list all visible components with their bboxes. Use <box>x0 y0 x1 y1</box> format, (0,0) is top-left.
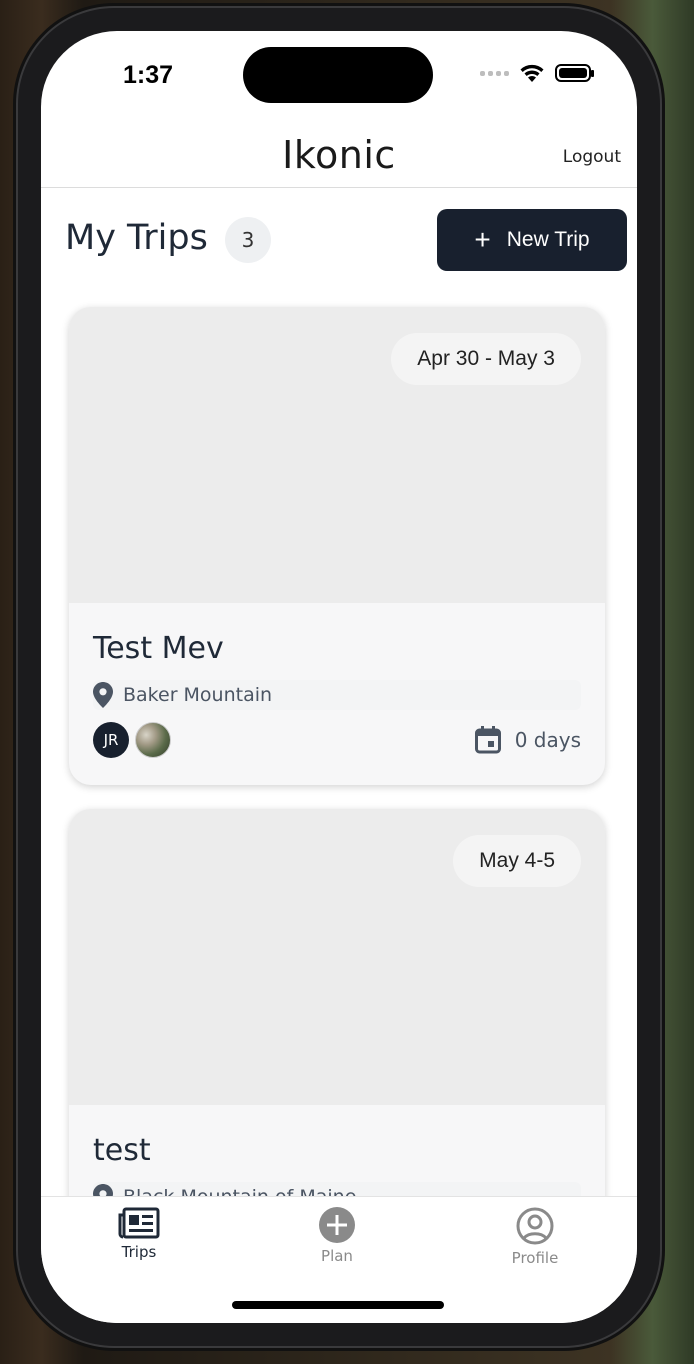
new-trip-button[interactable]: + New Trip <box>437 209 627 271</box>
status-time: 1:37 <box>123 61 174 89</box>
avatar[interactable]: JR <box>93 722 129 758</box>
cellular-signal-icon <box>480 70 509 76</box>
user-circle-icon <box>516 1207 554 1245</box>
avatar-photo[interactable] <box>135 722 171 758</box>
trip-name: test <box>93 1133 151 1168</box>
tab-plan[interactable]: Plan <box>277 1207 397 1265</box>
tab-trips[interactable]: Trips <box>79 1207 199 1261</box>
trip-name: Test Mev <box>93 631 224 666</box>
tab-label: Plan <box>321 1247 353 1265</box>
logout-button[interactable]: Logout <box>563 147 621 167</box>
battery-icon <box>555 64 594 82</box>
wifi-icon <box>520 64 544 82</box>
trip-count-badge: 3 <box>225 217 271 263</box>
plus-icon: + <box>474 224 491 255</box>
participant-avatars: JR <box>93 722 171 758</box>
bottom-tab-bar: Trips Plan Profile <box>41 1196 637 1323</box>
calendar-icon <box>474 726 501 754</box>
home-indicator[interactable] <box>232 1301 444 1309</box>
trip-meta-row: JR 0 days <box>93 722 581 758</box>
screen: 1:37 Ikonic Logout My Trips 3 + New Trip… <box>41 31 637 1323</box>
trip-image-placeholder: Apr 30 - May 3 <box>69 307 605 603</box>
location-pin-icon <box>93 682 113 708</box>
phone-frame: 1:37 Ikonic Logout My Trips 3 + New Trip… <box>18 8 660 1346</box>
app-title: Ikonic <box>282 133 396 177</box>
app-header: Ikonic Logout <box>41 127 637 188</box>
page-title: My Trips <box>65 218 208 258</box>
trip-dates-badge: Apr 30 - May 3 <box>391 333 581 385</box>
trip-image-placeholder: May 4-5 <box>69 809 605 1105</box>
status-bar: 1:37 <box>41 31 637 127</box>
trip-location-text: Baker Mountain <box>123 684 273 706</box>
trip-card[interactable]: Apr 30 - May 3 Test Mev Baker Mountain J… <box>69 307 605 785</box>
trips-section-header: My Trips 3 + New Trip <box>65 209 627 273</box>
tab-profile[interactable]: Profile <box>475 1207 595 1267</box>
newspaper-icon <box>118 1207 160 1239</box>
dynamic-island <box>243 47 433 103</box>
status-icons <box>480 63 594 83</box>
trip-location: Baker Mountain <box>93 680 581 710</box>
trip-duration: 0 days <box>474 726 581 754</box>
tab-label: Trips <box>121 1243 157 1261</box>
trip-dates-badge: May 4-5 <box>453 835 581 887</box>
trip-duration-text: 0 days <box>514 728 581 752</box>
trip-card-body: Test Mev Baker Mountain JR 0 days <box>69 603 605 785</box>
new-trip-label: New Trip <box>506 228 590 251</box>
tab-label: Profile <box>511 1249 559 1267</box>
plus-circle-icon <box>319 1207 355 1243</box>
